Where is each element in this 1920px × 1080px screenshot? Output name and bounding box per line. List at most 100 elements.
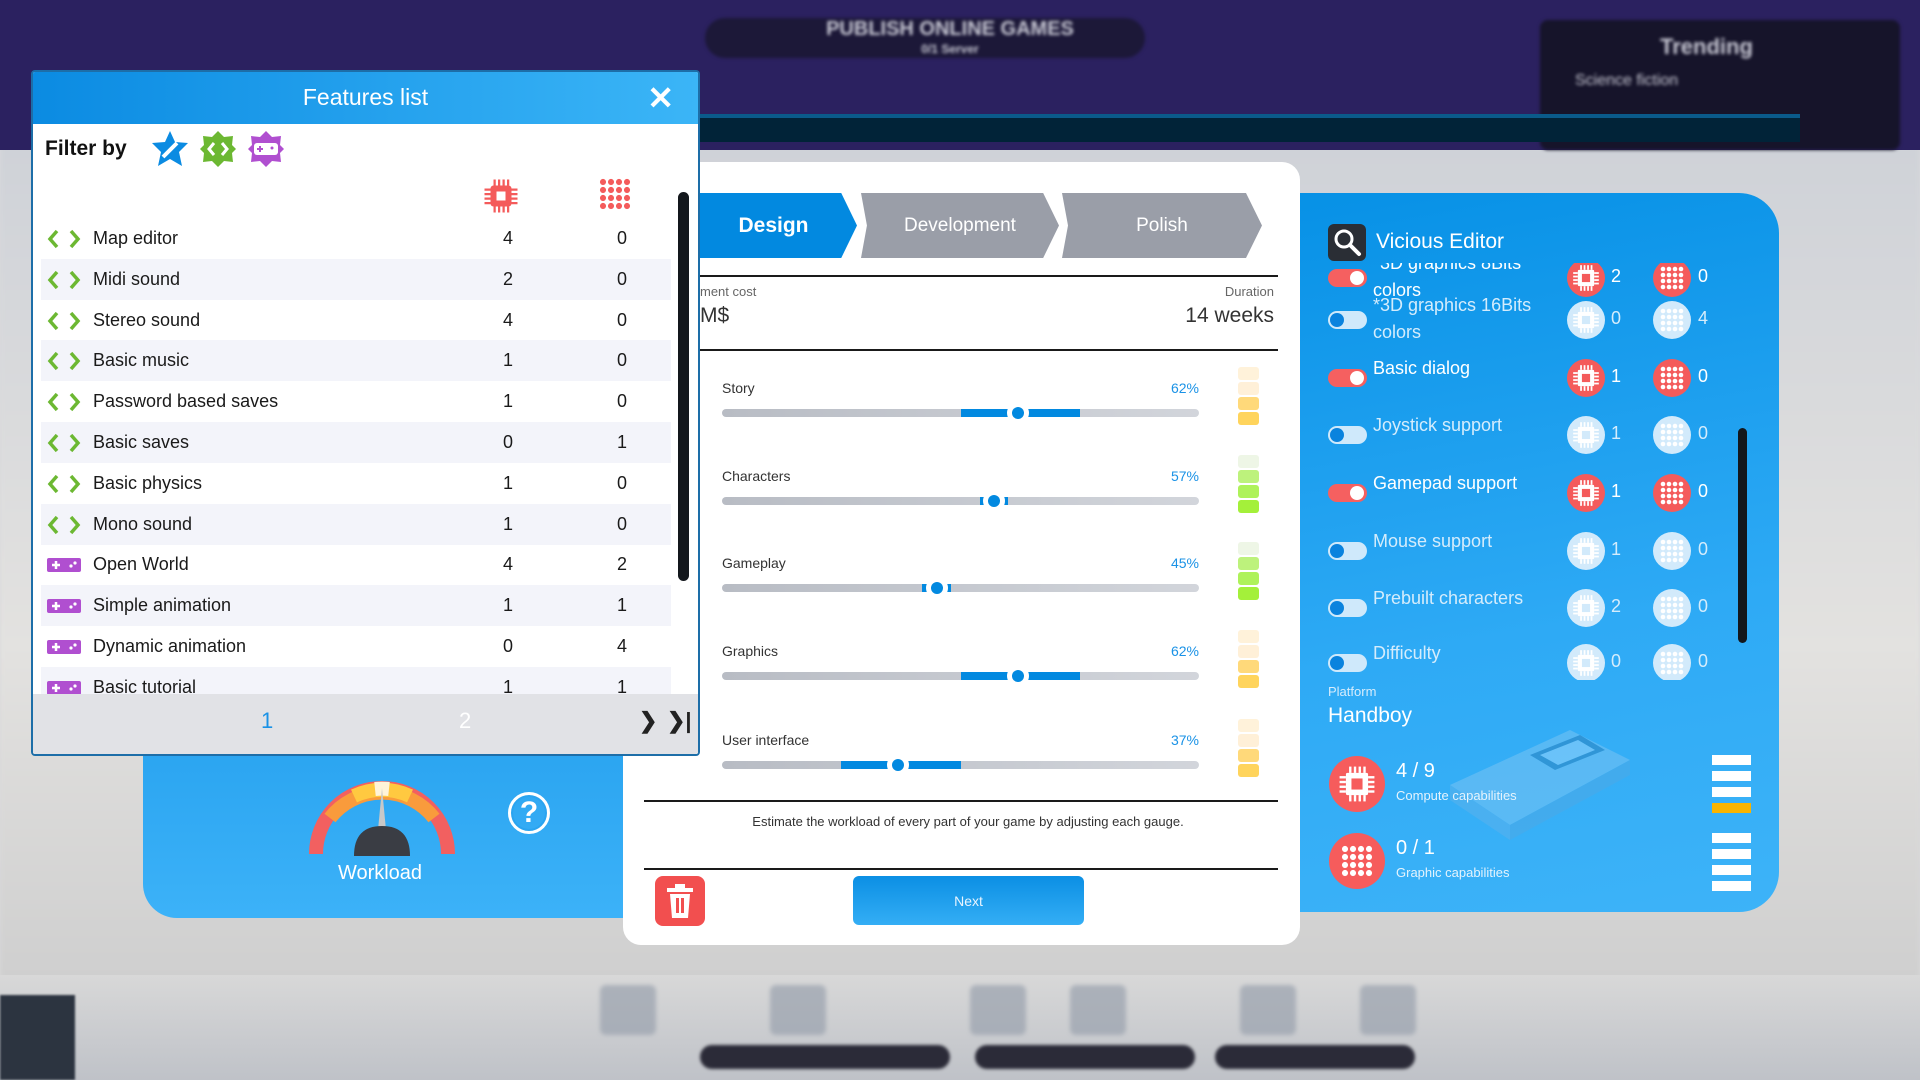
feature-toggle[interactable] [1328,426,1367,444]
gamepad-icon [47,599,81,614]
feature-name: Basic saves [93,432,190,452]
level-indicator [1238,660,1259,673]
feature-toggle[interactable] [1328,484,1367,502]
feature-toggle[interactable] [1328,269,1367,287]
tab-polish[interactable]: Polish [1062,193,1262,258]
trending-item: Science fiction [1575,72,1679,89]
slider-graphics[interactable] [722,665,1199,687]
gpu-dots-icon [1653,474,1691,512]
feature-cpu: 0 [502,636,513,656]
feature-row[interactable]: Basic physics 1 0 [41,463,671,504]
feature-cpu: 1 [502,472,513,493]
design-pencil-star-icon[interactable] [151,130,189,168]
slider-story[interactable] [722,402,1199,424]
feature-row[interactable]: Open World 4 2 [41,544,671,585]
engine-feature-name: Mouse support [1373,531,1493,551]
feature-row[interactable]: Password based saves 1 0 [41,381,671,422]
background-bar [700,114,1800,142]
gamepad-star-icon[interactable] [247,130,285,168]
feature-gpu: 0 [616,309,627,330]
help-icon[interactable]: ? [508,792,550,834]
slider-gameplay[interactable] [722,577,1199,599]
pagination: 1 2 ❯ ❯| [33,694,698,754]
page-1[interactable]: 1 [261,708,273,734]
gpu-dots-icon [1653,589,1691,627]
feature-cpu: 1 [502,391,513,412]
platform-name: Handboy [1328,704,1413,727]
compute-label: Compute capabilities [1396,788,1517,803]
slider-knob[interactable] [925,577,948,599]
tab-development[interactable]: Development [861,193,1059,258]
slider-knob[interactable] [1006,665,1029,687]
feature-row[interactable]: Mono sound 1 0 [41,503,671,545]
engine-feature-gpu: 0 [1698,651,1709,671]
feature-row[interactable]: Dynamic animation 0 4 [41,626,671,667]
code-brackets-icon [47,270,81,289]
feature-row[interactable]: Simple animation 1 1 [41,585,671,627]
level-indicator [1238,749,1259,762]
feature-name: Basic music [93,350,190,371]
editor-scrollbar[interactable] [1738,428,1747,643]
feature-row[interactable]: Basic music 1 0 [41,340,671,382]
engine-feature-name: *3D graphics 16Bits colors [1373,295,1532,342]
code-brackets-icon [47,515,81,534]
gpu-dots-icon [1653,416,1691,454]
compute-capability-icon [1329,756,1385,812]
trash-button[interactable] [655,876,705,926]
level-indicator [1238,675,1259,688]
feature-row[interactable]: Map editor 4 0 [41,218,671,259]
features-scrollbar[interactable] [678,192,689,581]
level-indicator [1238,500,1259,513]
close-icon[interactable]: ✕ [647,82,674,114]
features-list: Map editor 4 0 Midi sound 2 0 Stereo sound 4 0 Ba… [41,218,671,694]
feature-cpu: 2 [502,268,513,289]
graphic-value: 0 / 1 [1396,837,1435,859]
slider-percent: 57% [1170,468,1199,484]
feature-gpu: 0 [616,350,627,371]
feature-toggle[interactable] [1328,311,1367,329]
feature-gpu: 1 [616,595,627,616]
cpu-chip-icon [483,178,519,219]
map-button [0,995,75,1080]
engine-feature-cpu: 1 [1611,366,1622,386]
page-2[interactable]: 2 [459,708,471,734]
gamepad-icon [47,558,81,573]
duration-label: Duration [1224,284,1274,299]
slider-knob[interactable] [982,490,1005,512]
code-brackets-icon [47,393,81,412]
dialog-title: Features list [302,84,429,110]
feature-row[interactable]: Stereo sound 4 0 [41,300,671,341]
skip-last-icon[interactable]: ❯| [667,708,692,734]
slider-knob[interactable] [1006,402,1029,424]
feature-toggle[interactable] [1328,654,1367,672]
level-indicator [1238,734,1259,747]
graphic-label: Graphic capabilities [1396,865,1510,880]
feature-row[interactable]: Basic saves 0 1 [41,422,671,463]
engine-feature-name: Basic dialog [1373,358,1471,378]
engine-feature-name: Gamepad support [1373,473,1518,493]
next-button[interactable]: Next [853,876,1084,925]
engine-feature-name: Prebuilt characters [1373,588,1524,608]
engine-feature-gpu: 4 [1698,308,1709,328]
magnifier-icon [1328,224,1366,261]
gamepad-icon [47,640,81,654]
feature-toggle[interactable] [1328,542,1367,560]
chevron-right-icon[interactable]: ❯ [639,708,657,734]
feature-gpu: 0 [616,391,627,412]
slider-characters[interactable] [722,490,1199,512]
engine-feature-list: *3D graphics 8Bits colors 2 0 *3D graphi… [1310,263,1750,680]
feature-row[interactable]: Midi sound 2 0 [41,258,671,300]
gpu-dots-icon [1653,532,1691,570]
feature-gpu: 0 [616,268,627,289]
code-brackets-star-icon[interactable] [199,130,237,168]
feature-name: Simple animation [93,595,232,616]
gauge-hub [354,826,410,856]
feature-toggle[interactable] [1328,599,1367,617]
feature-row[interactable]: Basic tutorial 1 1 [41,666,671,694]
slider-user-interface[interactable] [722,754,1199,776]
trending-title: Trending [1660,34,1753,59]
feature-cpu: 0 [502,432,513,452]
gpu-dots-icon [1653,359,1691,397]
feature-toggle[interactable] [1328,369,1367,387]
feature-gpu: 1 [616,432,627,452]
